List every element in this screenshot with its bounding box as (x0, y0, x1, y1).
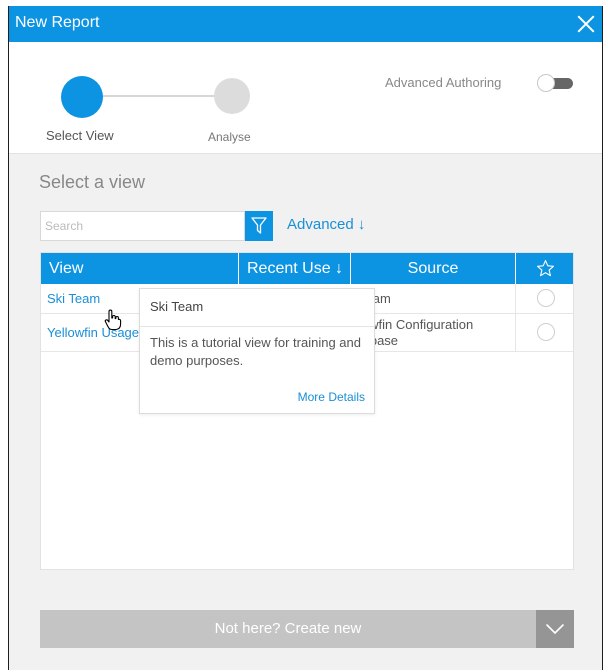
tooltip-description: This is a tutorial view for training and… (150, 335, 361, 368)
search-input[interactable] (41, 212, 244, 240)
section-title: Select a view (39, 172, 146, 192)
star-icon (537, 260, 554, 277)
column-header-view[interactable]: View (41, 253, 239, 284)
source-cell: lowfin Configuration tabase (359, 317, 474, 348)
close-icon[interactable] (574, 12, 598, 36)
toggle-knob (537, 74, 555, 92)
view-name-link[interactable]: Ski Team (47, 291, 100, 306)
filter-button[interactable] (245, 211, 273, 241)
column-header-recent-use[interactable]: Recent Use ↓ (239, 253, 351, 284)
dialog-titlebar: New Report (9, 6, 602, 42)
favourite-radio[interactable] (537, 289, 555, 307)
step-select-view-label: Select View (46, 128, 114, 143)
source-cell: Team (359, 291, 515, 307)
filter-icon (251, 217, 267, 234)
view-tooltip: Ski Team This is a tutorial view for tra… (139, 288, 375, 414)
column-divider (515, 284, 516, 313)
advanced-authoring-label: Advanced Authoring (385, 75, 502, 90)
hand-cursor-icon (104, 309, 122, 331)
step-analyse-indicator[interactable] (214, 78, 250, 114)
stepper: Select View Analyse Advanced Authoring (9, 42, 602, 154)
column-header-source[interactable]: Source (351, 253, 516, 284)
more-details-link[interactable]: More Details (298, 390, 365, 404)
step-analyse-label: Analyse (208, 130, 251, 144)
column-header-favourite[interactable] (516, 253, 575, 284)
favourite-radio[interactable] (537, 323, 555, 341)
view-name-link[interactable]: Yellowfin Usage (47, 325, 139, 340)
column-divider (515, 314, 516, 351)
step-connector (82, 95, 232, 97)
advanced-search-link[interactable]: Advanced ↓ (287, 216, 365, 233)
table-header: View Recent Use ↓ Source (41, 253, 573, 284)
tooltip-title: Ski Team (150, 299, 204, 314)
search-box (40, 211, 245, 241)
tooltip-divider (140, 326, 374, 327)
dialog-title: New Report (15, 14, 100, 31)
new-report-dialog: New Report Select View Analyse Advanced … (8, 6, 603, 670)
chevron-down-icon (546, 624, 564, 634)
create-new-button[interactable]: Not here? Create new (40, 610, 536, 648)
create-new-dropdown-button[interactable] (536, 610, 574, 648)
step-select-view-indicator[interactable] (61, 76, 103, 118)
advanced-authoring-toggle[interactable] (537, 74, 575, 92)
